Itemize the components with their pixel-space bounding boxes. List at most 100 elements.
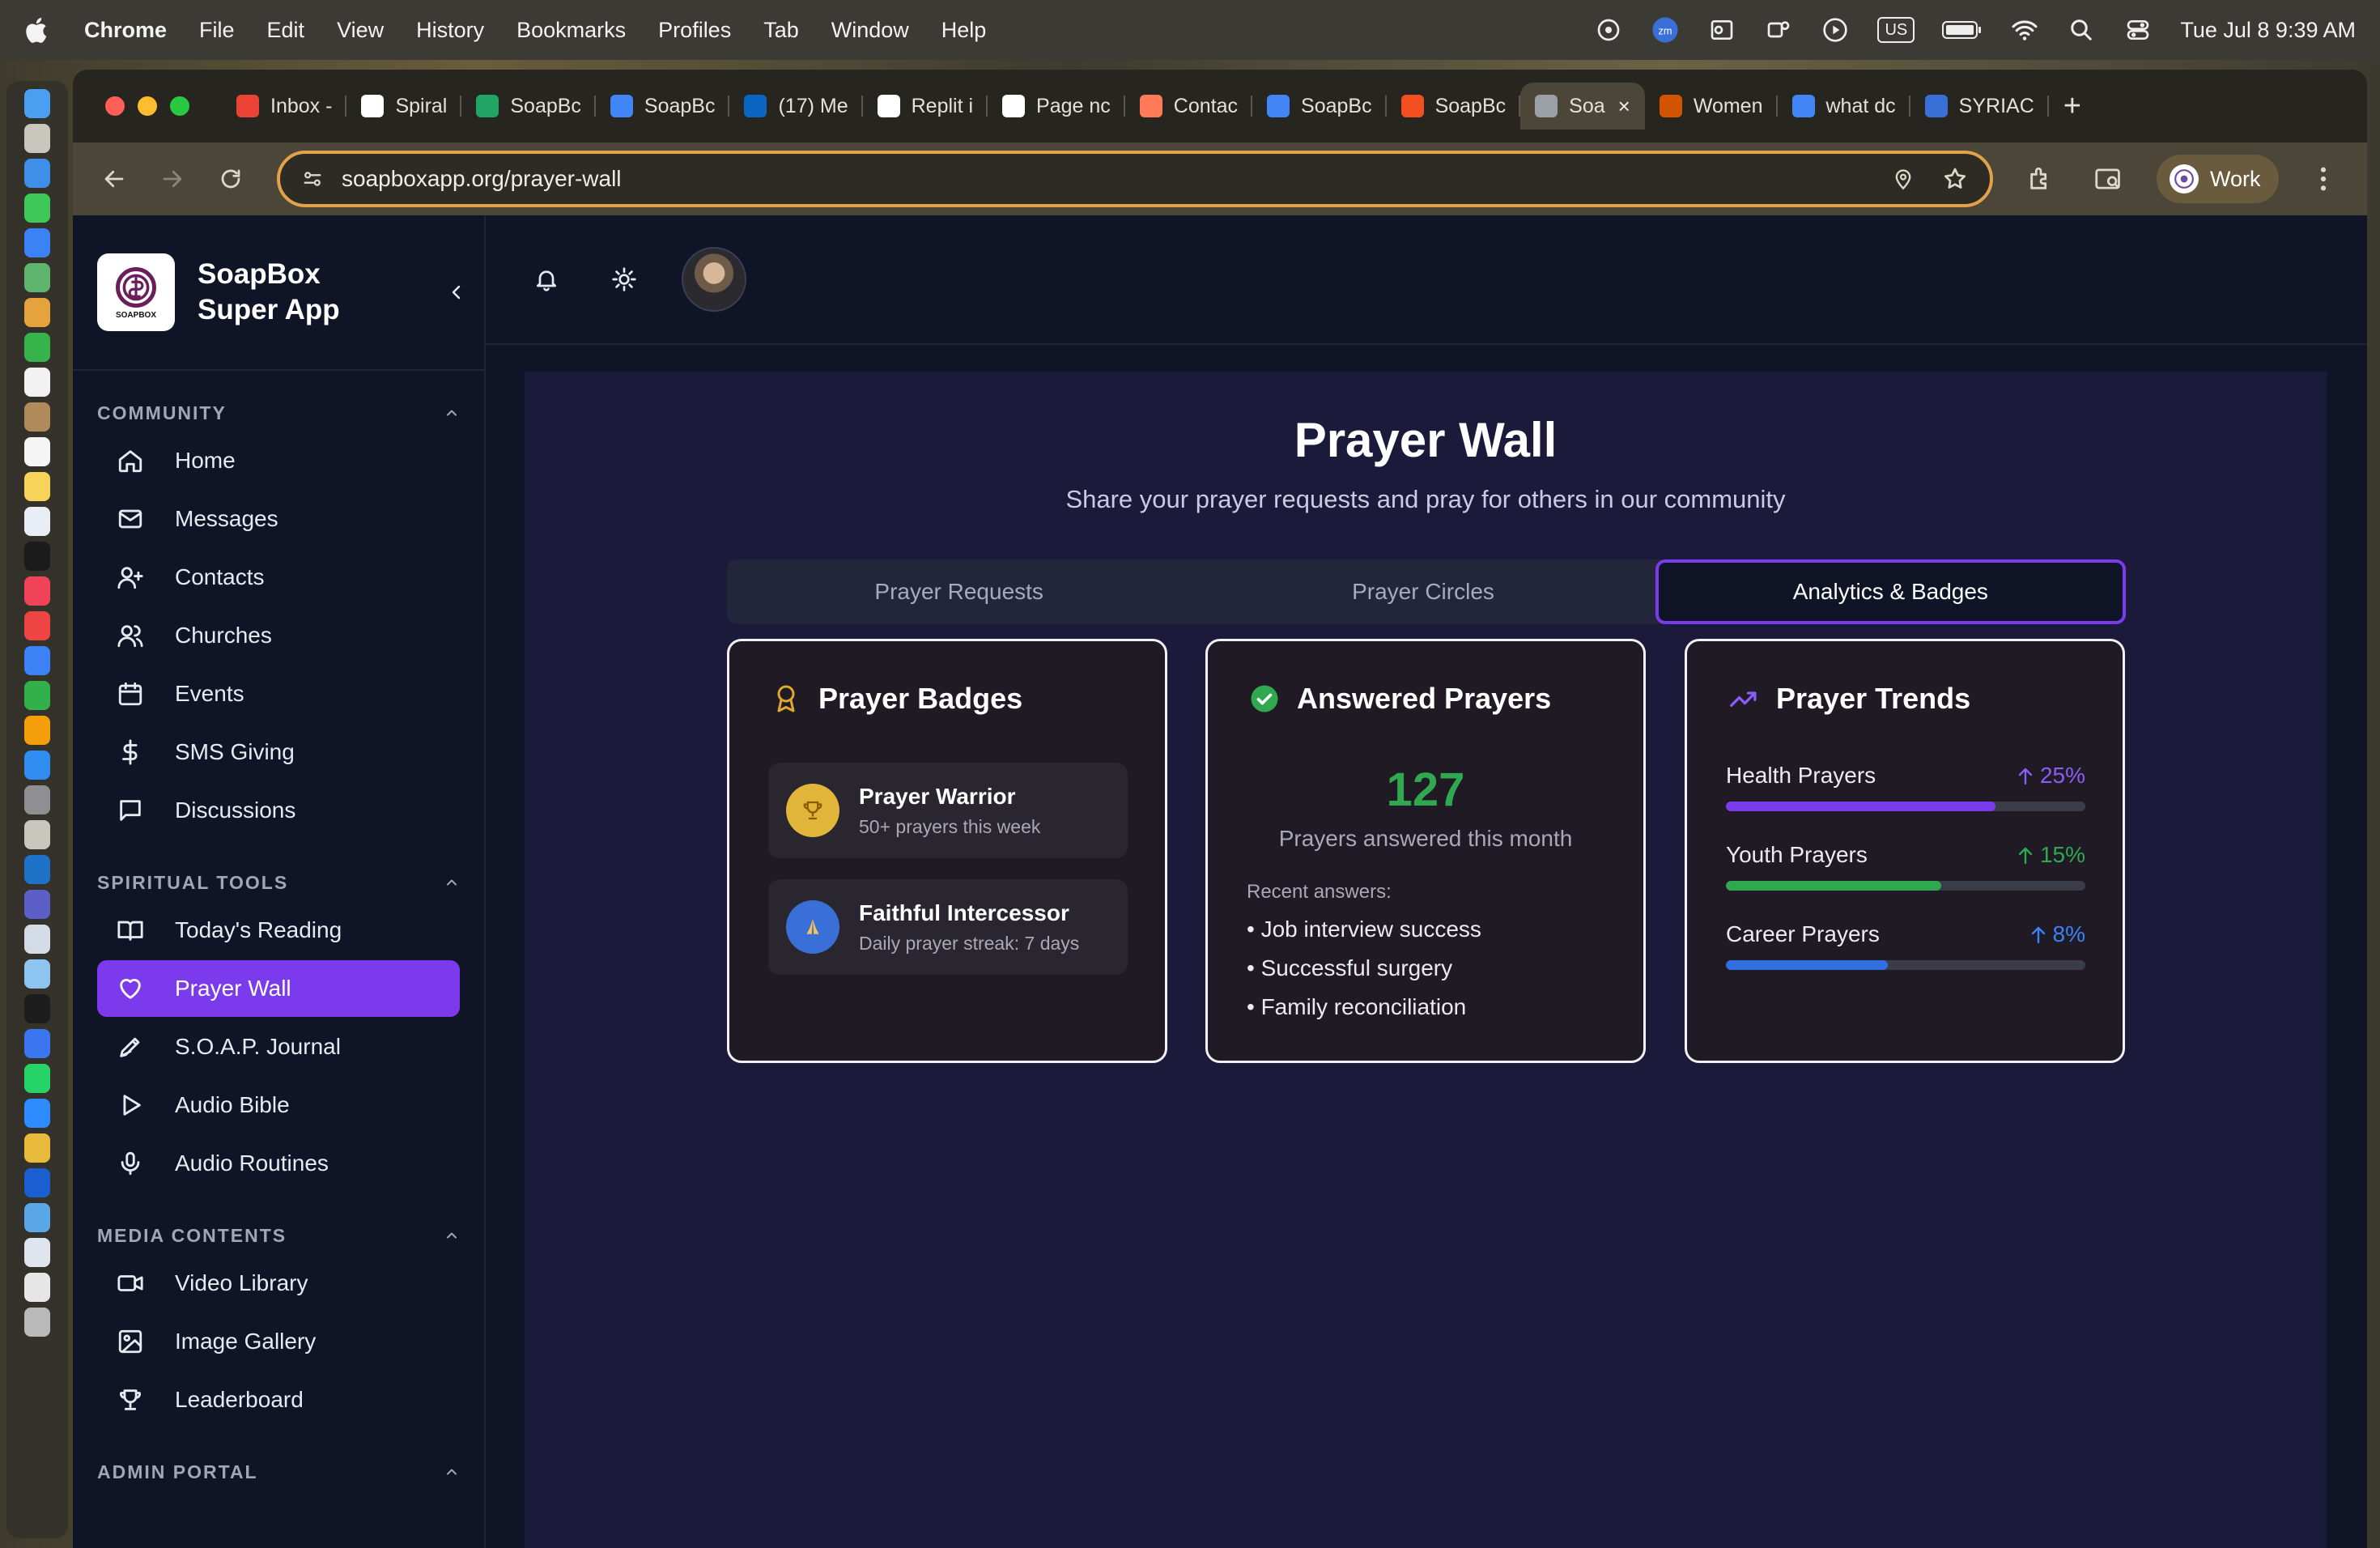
dock-finder-window-icon[interactable] (24, 959, 50, 989)
dock-finder-icon[interactable] (24, 89, 50, 118)
control-center-icon[interactable] (2123, 15, 2153, 45)
dock-freeform-icon[interactable] (24, 507, 50, 536)
dock-calendar-icon[interactable] (24, 368, 50, 397)
dock-whatsapp-icon[interactable] (24, 1064, 50, 1093)
browser-tab[interactable]: Page nc (988, 83, 1125, 130)
chevron-up-icon[interactable] (444, 405, 460, 421)
browser-tab[interactable]: SoapBc (461, 83, 596, 130)
sidebar-item-sms-giving[interactable]: SMS Giving (97, 724, 460, 780)
browser-tab[interactable]: what dc (1778, 83, 1910, 130)
window-minimize-button[interactable] (138, 96, 157, 116)
browser-tab[interactable]: Women (1645, 83, 1778, 130)
menu-bookmarks[interactable]: Bookmarks (516, 18, 626, 43)
dock-signal-icon[interactable] (24, 1029, 50, 1058)
menu-tab[interactable]: Tab (763, 18, 799, 43)
collapse-sidebar-icon[interactable] (440, 276, 473, 308)
sidebar-item-leaderboard[interactable]: Leaderboard (97, 1372, 460, 1428)
browser-tab[interactable]: Inbox - (222, 83, 347, 130)
keyboard-layout-indicator[interactable]: US (1877, 17, 1915, 43)
dock-keynote-icon[interactable] (24, 646, 50, 675)
dock-numbers-icon[interactable] (24, 681, 50, 710)
battery-icon[interactable] (1942, 15, 1983, 45)
menu-window[interactable]: Window (831, 18, 909, 43)
tab-prayer-requests[interactable]: Prayer Requests (727, 559, 1191, 624)
dock-script-icon[interactable] (24, 820, 50, 849)
sidebar-item-image-gallery[interactable]: Image Gallery (97, 1313, 460, 1370)
sidebar-item-events[interactable]: Events (97, 666, 460, 722)
user-avatar[interactable] (682, 247, 746, 312)
browser-tab[interactable]: SoapBc (1387, 83, 1521, 130)
sidebar-item-prayer-wall[interactable]: Prayer Wall (97, 960, 460, 1017)
sidebar-item-churches[interactable]: Churches (97, 607, 460, 664)
dock-notes-icon[interactable] (24, 472, 50, 501)
dock-contacts-icon[interactable] (24, 402, 50, 432)
menu-profiles[interactable]: Profiles (658, 18, 731, 43)
chrome-menu-icon[interactable] (2303, 159, 2344, 199)
sidebar-item-s-o-a-p-journal[interactable]: S.O.A.P. Journal (97, 1019, 460, 1075)
teams-icon[interactable] (1764, 15, 1793, 45)
status-menu-icon[interactable] (1594, 15, 1623, 45)
outlook-icon[interactable] (1707, 15, 1736, 45)
new-tab-button[interactable]: + (2063, 89, 2081, 124)
browser-tab[interactable]: SoapBc (1252, 83, 1387, 130)
chevron-up-icon[interactable] (444, 874, 460, 891)
menu-view[interactable]: View (337, 18, 384, 43)
dock-pages-icon[interactable] (24, 716, 50, 745)
browser-tab[interactable]: Replit i (863, 83, 988, 130)
sidebar-item-home[interactable]: Home (97, 432, 460, 489)
sidebar-item-contacts[interactable]: Contacts (97, 549, 460, 606)
dock-teams-icon[interactable] (24, 890, 50, 919)
dock-documents-icon[interactable] (24, 1238, 50, 1267)
browser-tab-active[interactable]: Soa × (1520, 83, 1645, 130)
dock-system-settings-icon[interactable] (24, 785, 50, 814)
sidebar-section-header[interactable]: COMMUNITY (73, 395, 484, 431)
close-tab-icon[interactable]: × (1618, 94, 1630, 119)
theme-toggle-sun-icon[interactable] (604, 259, 644, 300)
dock-downloads-icon[interactable] (24, 1273, 50, 1302)
browser-tab[interactable]: (17) Me (729, 83, 863, 130)
menu-file[interactable]: File (199, 18, 235, 43)
menu-edit[interactable]: Edit (267, 18, 305, 43)
dock-facetime-icon[interactable] (24, 333, 50, 362)
site-settings-icon[interactable] (301, 168, 324, 190)
dock-mail-icon[interactable] (24, 228, 50, 257)
menu-history[interactable]: History (416, 18, 484, 43)
window-zoom-button[interactable] (170, 96, 189, 116)
zoom-icon[interactable]: zm (1651, 15, 1680, 45)
wifi-icon[interactable] (2010, 15, 2039, 45)
browser-tab[interactable]: SoapBc (596, 83, 730, 130)
location-pin-icon[interactable] (1889, 165, 1917, 193)
dock-app-store-icon[interactable] (24, 751, 50, 780)
window-close-button[interactable] (105, 96, 125, 116)
tab-analytics-badges[interactable]: Analytics & Badges (1655, 559, 2126, 624)
sidebar-section-header[interactable]: SPIRITUAL TOOLS (73, 865, 484, 900)
dock-news-icon[interactable] (24, 611, 50, 640)
sidebar-section-header[interactable]: MEDIA CONTENTS (73, 1218, 484, 1253)
dock-photos-icon[interactable] (24, 298, 50, 327)
sidebar-section-header[interactable]: ADMIN PORTAL (73, 1454, 484, 1490)
soapbox-logo[interactable]: SOAPBOX (97, 253, 175, 331)
forward-button[interactable] (151, 157, 194, 201)
back-button[interactable] (92, 157, 136, 201)
sidebar-item-today-s-reading[interactable]: Today's Reading (97, 902, 460, 959)
dock-outlook-icon[interactable] (24, 855, 50, 884)
apple-menu-icon[interactable] (24, 14, 52, 46)
address-url[interactable]: soapboxapp.org/prayer-wall (342, 166, 1865, 192)
sidebar-item-messages[interactable]: Messages (97, 491, 460, 547)
dock-messages-icon[interactable] (24, 194, 50, 223)
sidebar-item-audio-routines[interactable]: Audio Routines (97, 1135, 460, 1192)
dock-launchpad-icon[interactable] (24, 124, 50, 153)
bookmark-star-icon[interactable] (1941, 165, 1969, 193)
dock-music-icon[interactable] (24, 576, 50, 606)
dock-preview-icon[interactable] (24, 925, 50, 954)
dock-reminders-icon[interactable] (24, 437, 50, 466)
browser-tab[interactable]: SYRIAC (1910, 83, 2049, 130)
spotlight-search-icon[interactable] (2067, 15, 2096, 45)
dock-1password-icon[interactable] (24, 1168, 50, 1197)
tab-search-icon[interactable] (2089, 159, 2129, 199)
menu-clock[interactable]: Tue Jul 8 9:39 AM (2180, 18, 2356, 43)
dock-terminal-icon[interactable] (24, 994, 50, 1023)
sidebar-item-video-library[interactable]: Video Library (97, 1255, 460, 1312)
dock-zoom-icon[interactable] (24, 1099, 50, 1128)
notifications-bell-icon[interactable] (526, 259, 567, 300)
